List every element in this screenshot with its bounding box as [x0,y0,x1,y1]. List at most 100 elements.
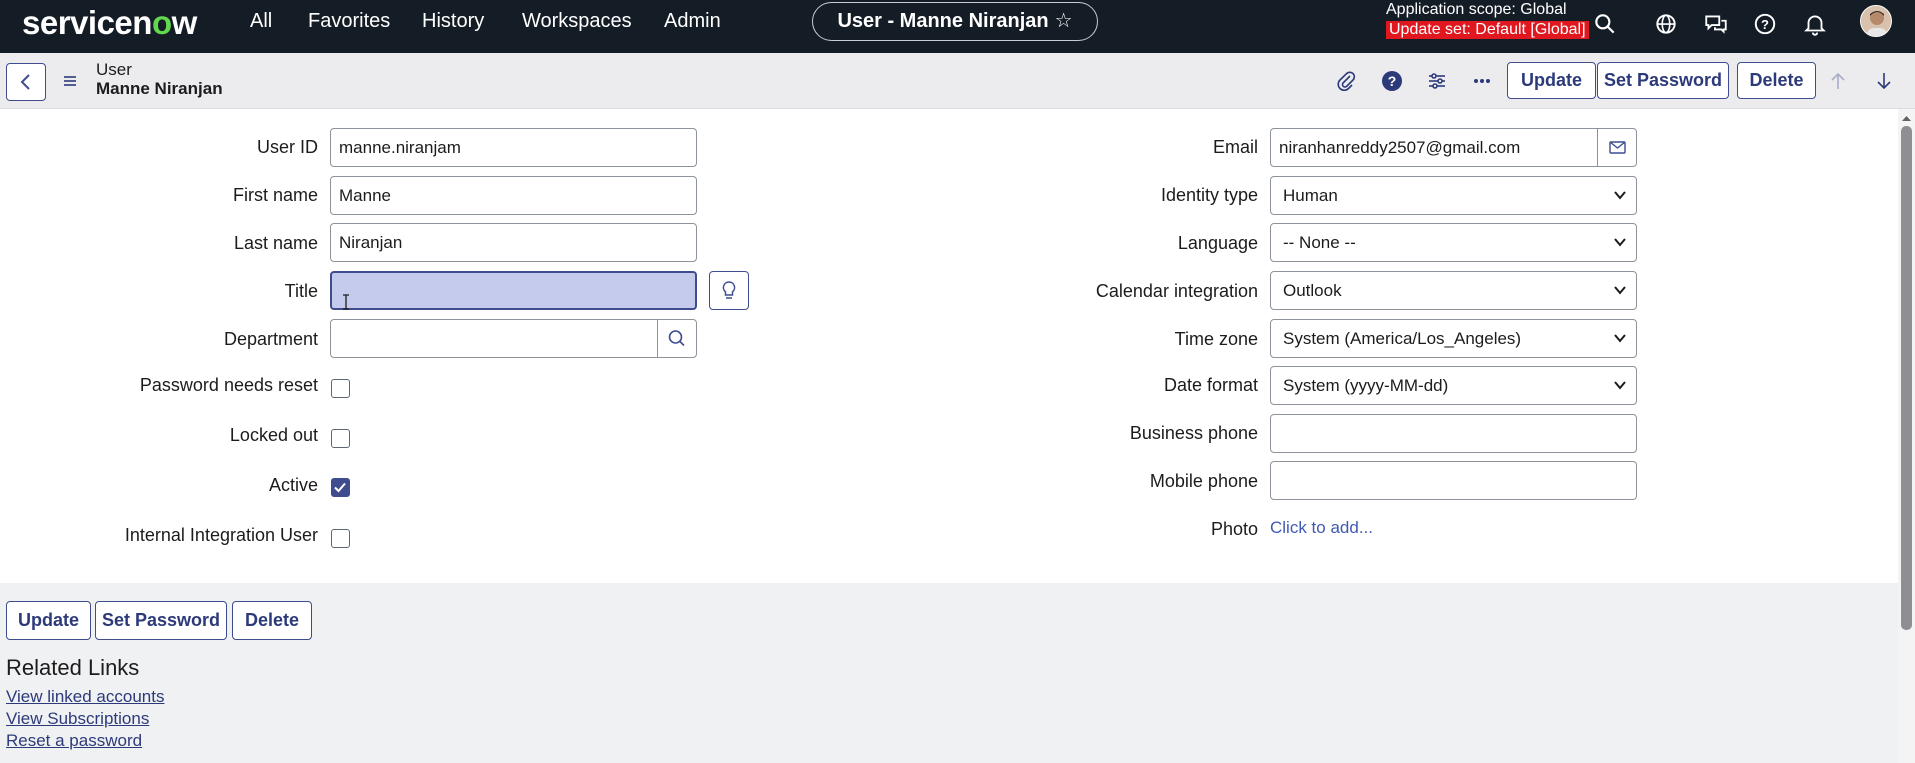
record-name-label: Manne Niranjan [96,79,223,98]
user-avatar[interactable] [1860,5,1892,37]
active-checkbox[interactable] [331,478,350,497]
chevron-down-icon [1614,381,1626,390]
date-format-label: Date format [1163,375,1258,395]
user-form-body: User ID manne.niranjam First name Manne … [0,109,1898,583]
email-input[interactable]: niranhanreddy2507@gmail.com [1270,128,1598,167]
delete-button-footer[interactable]: Delete [232,601,312,640]
user-id-input[interactable]: manne.niranjam [330,128,697,167]
view-linked-accounts-link[interactable]: View linked accounts [6,687,164,707]
identity-type-label: Identity type [1160,185,1258,205]
svg-text:?: ? [1388,73,1397,89]
chevron-left-icon [20,74,30,90]
top-navigation-bar: servicenow All Favorites History Workspa… [0,0,1915,53]
calendar-integration-select[interactable]: Outlook [1270,271,1637,310]
password-needs-reset-checkbox[interactable] [331,379,350,398]
date-format-value: System (yyyy-MM-dd) [1283,376,1449,395]
nav-history[interactable]: History [422,10,484,33]
business-phone-label: Business phone [1129,423,1258,443]
lightbulb-icon [722,281,736,299]
favorite-star-icon[interactable]: ☆ [1055,10,1073,32]
servicenow-logo[interactable]: servicenow [22,4,197,42]
language-label: Language [1177,233,1258,253]
language-select[interactable]: -- None -- [1270,223,1637,262]
logo-text-o: o [151,4,172,41]
related-links-heading: Related Links [6,655,140,680]
avatar-portrait-icon [1861,6,1891,36]
calendar-integration-label: Calendar integration [1095,281,1258,301]
hamburger-menu-icon[interactable] [62,71,78,91]
more-options-icon[interactable] [1470,69,1494,93]
search-icon[interactable] [1592,11,1618,37]
chat-icon[interactable] [1703,11,1729,37]
next-record-arrow-down-icon[interactable] [1872,69,1896,93]
update-set-badge[interactable]: Update set: Default [Global] [1386,21,1589,39]
update-button-header[interactable]: Update [1507,62,1596,99]
identity-type-value: Human [1283,186,1338,205]
nav-favorites[interactable]: Favorites [308,10,390,33]
send-email-button[interactable] [1597,128,1637,167]
locked-out-checkbox[interactable] [331,429,350,448]
nav-workspaces[interactable]: Workspaces [522,10,632,33]
time-zone-value: System (America/Los_Angeles) [1283,329,1522,348]
language-value: -- None -- [1283,233,1356,252]
nav-all[interactable]: All [250,10,272,33]
password-needs-reset-label: Password needs reset [139,375,318,395]
internal-integration-user-label: Internal Integration User [124,525,318,545]
title-input[interactable] [330,271,697,310]
update-button-footer[interactable]: Update [6,601,91,640]
help-icon[interactable]: ? [1752,11,1778,37]
set-password-button-header[interactable]: Set Password [1597,62,1729,99]
user-id-label: User ID [256,137,318,157]
email-label: Email [1212,137,1258,157]
help-circle-icon[interactable]: ? [1380,69,1404,93]
time-zone-select[interactable]: System (America/Los_Angeles) [1270,319,1637,358]
mobile-phone-input[interactable] [1270,461,1637,500]
locked-out-label: Locked out [229,425,318,445]
search-icon [668,330,685,347]
scroll-up-arrow-icon[interactable] [1900,113,1913,123]
department-input[interactable] [330,319,658,358]
set-password-button-footer[interactable]: Set Password [95,601,227,640]
globe-icon[interactable] [1653,11,1679,37]
paperclip-attachment-icon[interactable] [1334,69,1358,93]
back-button[interactable] [6,63,46,101]
chevron-down-icon [1614,286,1626,295]
department-label: Department [223,329,318,349]
view-subscriptions-link[interactable]: View Subscriptions [6,709,149,729]
previous-record-arrow-up-icon[interactable] [1826,69,1850,93]
scrollbar-thumb[interactable] [1901,126,1912,630]
chevron-down-icon [1614,334,1626,343]
last-name-label: Last name [233,233,318,253]
date-format-select[interactable]: System (yyyy-MM-dd) [1270,366,1637,405]
svg-text:?: ? [1761,17,1769,32]
text-cursor-icon [343,294,349,310]
checkmark-icon [334,482,346,493]
photo-click-to-add-link[interactable]: Click to add... [1270,518,1373,538]
delete-button-header[interactable]: Delete [1737,62,1816,99]
title-label: Title [284,281,318,301]
record-context-pill[interactable]: User - Manne Niranjan ☆ [812,2,1098,41]
application-scope[interactable]: Application scope: Global [1386,1,1567,19]
identity-type-select[interactable]: Human [1270,176,1637,215]
last-name-input[interactable]: Niranjan [330,223,697,262]
logo-text-end: w [171,4,198,41]
first-name-input[interactable]: Manne [330,176,697,215]
notifications-bell-icon[interactable] [1802,11,1828,37]
personalize-sliders-icon[interactable] [1425,69,1449,93]
record-type-label: User [96,60,132,79]
suggestion-button[interactable] [709,271,749,310]
envelope-icon [1609,141,1626,154]
business-phone-input[interactable] [1270,414,1637,453]
first-name-label: First name [232,185,318,205]
mobile-phone-label: Mobile phone [1149,471,1258,491]
record-context-title: User - Manne Niranjan [837,10,1049,32]
photo-label: Photo [1210,519,1258,539]
internal-integration-user-checkbox[interactable] [331,529,350,548]
reset-a-password-link[interactable]: Reset a password [6,731,142,751]
logo-text-start: servicen [22,4,152,41]
department-lookup-button[interactable] [657,319,697,358]
chevron-down-icon [1614,191,1626,200]
time-zone-label: Time zone [1174,329,1258,349]
active-label: Active [268,475,318,495]
nav-admin[interactable]: Admin [664,10,721,33]
